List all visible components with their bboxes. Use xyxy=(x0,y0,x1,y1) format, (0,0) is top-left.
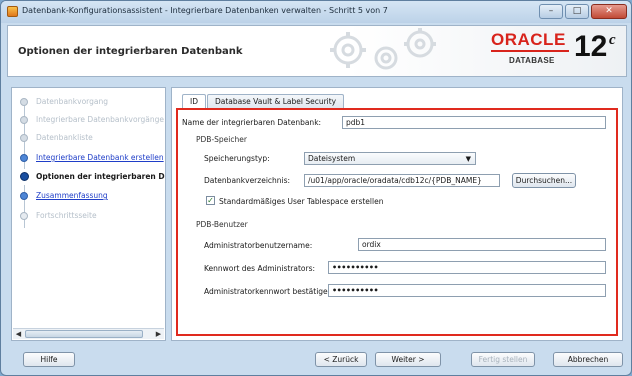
nav-step-label: Optionen der integrierbaren Datenbank xyxy=(36,172,165,181)
wizard-header: Optionen der integrierbaren Datenbank OR… xyxy=(7,25,627,77)
nav-step-label: Fortschrittsseite xyxy=(36,211,97,220)
wizard-window: Datenbank-Konfigurationsassistent - Inte… xyxy=(0,0,632,376)
step-marker-icon xyxy=(20,116,28,124)
oracle-underline xyxy=(491,50,569,52)
admin-username-label: Administratorbenutzername: xyxy=(204,241,313,250)
oracle-brand: ORACLE xyxy=(491,30,566,49)
db-directory-input[interactable]: /u01/app/oracle/oradata/cdb12c/{PDB_NAME… xyxy=(304,174,500,187)
oracle-product: DATABASE xyxy=(509,56,555,65)
admin-password-confirm-label: Administratorkennwort bestätigen: xyxy=(204,287,335,296)
step-marker-icon xyxy=(20,98,28,106)
scroll-left-icon[interactable]: ◀ xyxy=(13,329,24,339)
minimize-button[interactable]: – xyxy=(539,4,563,19)
nav-step-pdb-options: Optionen der integrierbaren Datenbank xyxy=(14,169,165,185)
tab-bar: ID Database Vault & Label Security xyxy=(182,94,345,109)
pdb-options-form: Name der integrierbaren Datenbank: pdb1 … xyxy=(176,108,618,336)
page-title: Optionen der integrierbaren Datenbank xyxy=(18,46,243,57)
storage-section-title: PDB-Speicher xyxy=(196,135,247,144)
nav-step-pdb-operations: Integrierbare Datenbankvorgänge xyxy=(14,112,165,128)
title-bar: Datenbank-Konfigurationsassistent - Inte… xyxy=(1,1,631,23)
db-directory-label: Datenbankverzeichnis: xyxy=(204,176,291,185)
chevron-down-icon: ▼ xyxy=(465,155,471,163)
nav-step-summary[interactable]: Zusammenfassung xyxy=(14,188,165,204)
finish-button[interactable]: Fertig stellen xyxy=(471,352,535,367)
nav-step-label: Datenbankvorgang xyxy=(36,97,108,106)
current-step-marker-icon xyxy=(20,172,29,181)
admin-password-input[interactable]: •••••••••• xyxy=(328,261,606,274)
scrollbar-thumb[interactable] xyxy=(25,330,143,338)
nav-step-create-pdb[interactable]: Integrierbare Datenbank erstellen xyxy=(14,150,165,166)
pdb-name-input[interactable]: pdb1 xyxy=(342,116,606,129)
nav-step-label[interactable]: Zusammenfassung xyxy=(36,191,108,200)
nav-horizontal-scrollbar[interactable]: ◀ ▶ xyxy=(13,328,164,339)
tablespace-checkbox-label: Standardmäßiges User Tablespace erstelle… xyxy=(219,197,384,206)
admin-password-label: Kennwort des Administrators: xyxy=(204,264,316,273)
pdb-name-label: Name der integrierbaren Datenbank: xyxy=(182,118,322,127)
tablespace-checkbox[interactable]: ✓ xyxy=(206,196,215,205)
step-marker-icon xyxy=(20,134,28,142)
nav-step-label[interactable]: Integrierbare Datenbank erstellen xyxy=(36,153,164,162)
maximize-button[interactable]: □ xyxy=(565,4,589,19)
oracle-version-suffix: c xyxy=(609,32,616,48)
tab-database-vault[interactable]: Database Vault & Label Security xyxy=(207,94,345,109)
nav-step-database-list: Datenbankliste xyxy=(14,130,165,146)
nav-step-progress: Fortschrittsseite xyxy=(14,208,165,224)
nav-step-label: Integrierbare Datenbankvorgänge xyxy=(36,115,165,124)
step-marker-icon xyxy=(20,212,28,220)
nav-step-label: Datenbankliste xyxy=(36,133,93,142)
window-title: Datenbank-Konfigurationsassistent - Inte… xyxy=(22,6,388,15)
browse-button[interactable]: Durchsuchen... xyxy=(512,173,576,188)
storage-type-value: Dateisystem xyxy=(308,154,356,163)
help-button[interactable]: Hilfe xyxy=(23,352,75,367)
storage-type-label: Speicherungstyp: xyxy=(204,154,270,163)
tab-id[interactable]: ID xyxy=(182,94,206,109)
nav-step-database-operation: Datenbankvorgang xyxy=(14,94,165,110)
storage-type-select[interactable]: Dateisystem ▼ xyxy=(304,152,476,165)
user-section-title: PDB-Benutzer xyxy=(196,220,248,229)
next-button[interactable]: Weiter > xyxy=(375,352,441,367)
wizard-button-bar: Hilfe < Zurück Weiter > Fertig stellen A… xyxy=(1,347,631,375)
main-panel: ID Database Vault & Label Security Name … xyxy=(171,87,623,341)
app-icon xyxy=(7,6,18,17)
back-button[interactable]: < Zurück xyxy=(315,352,367,367)
cancel-button[interactable]: Abbrechen xyxy=(553,352,623,367)
gears-decoration-icon xyxy=(330,28,436,70)
close-button[interactable]: ✕ xyxy=(591,4,627,19)
step-marker-icon xyxy=(20,192,28,200)
step-marker-icon xyxy=(20,154,28,162)
step-navigation: Datenbankvorgang Integrierbare Datenbank… xyxy=(11,87,166,341)
oracle-logo: ORACLE DATABASE 12 c xyxy=(487,28,625,74)
window-controls: – □ ✕ xyxy=(539,4,627,19)
admin-password-confirm-input[interactable]: •••••••••• xyxy=(328,284,606,297)
oracle-version: 12 xyxy=(574,30,608,63)
admin-username-input[interactable]: ordix xyxy=(358,238,606,251)
scroll-right-icon[interactable]: ▶ xyxy=(153,329,164,339)
